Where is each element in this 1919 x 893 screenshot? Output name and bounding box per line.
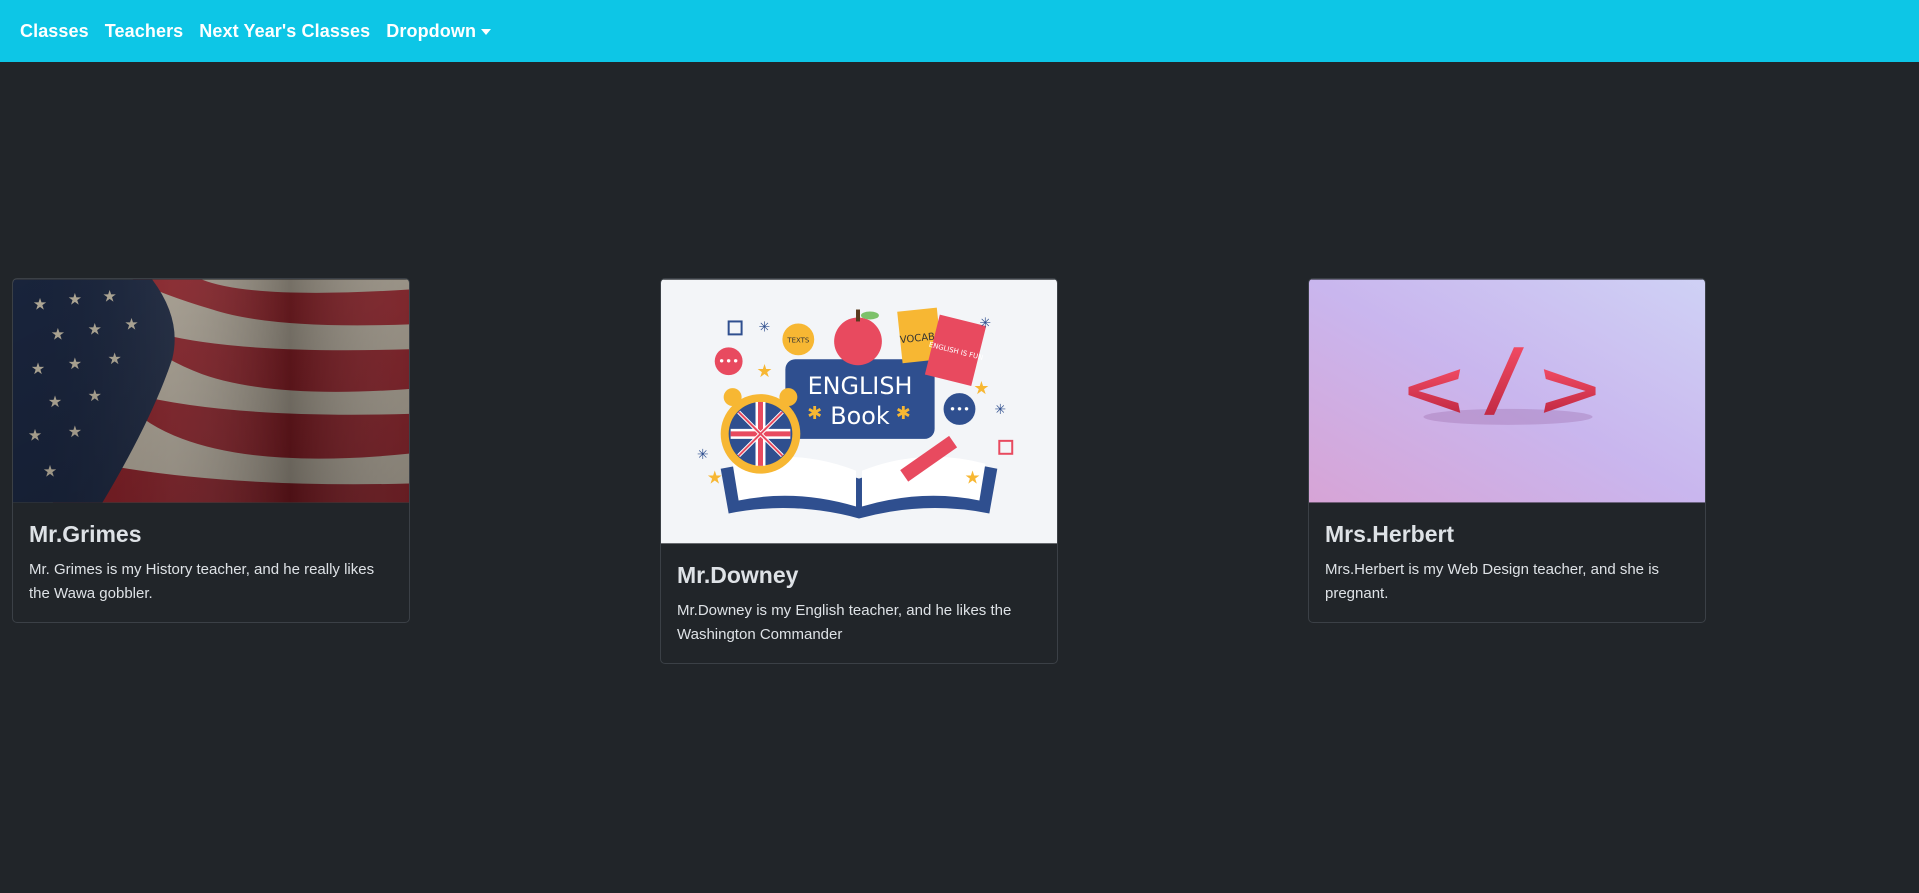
card-title: Mr.Grimes	[29, 521, 142, 547]
svg-text:✳: ✳	[697, 447, 709, 463]
card-text: Mr. Grimes is my History teacher, and he…	[29, 560, 375, 602]
nav-next-years-classes-link[interactable]: Next Year's Classes	[199, 21, 370, 42]
svg-text:★: ★	[964, 468, 980, 489]
teacher-card-herbert: Mrs.Herbert Mrs.Herbert is my Web Design…	[1308, 278, 1706, 623]
top-navbar: Classes Teachers Next Year's Classes Dro…	[0, 0, 1919, 62]
english-label: ENGLISH	[808, 372, 913, 400]
american-flag-image: ★ ★ ★ ★ ★ ★ ★ ★ ★ ★ ★ ★ ★ ★	[13, 279, 409, 503]
nav-teachers-link[interactable]: Teachers	[105, 21, 184, 42]
nav-classes-link[interactable]: Classes	[20, 21, 89, 42]
teacher-card-downey: ENGLISH Book VOCAB ENGLISH IS FUN TEXTS …	[660, 278, 1058, 664]
teacher-card-grimes: ★ ★ ★ ★ ★ ★ ★ ★ ★ ★ ★ ★ ★ ★ Mr.Grimes Mr…	[12, 278, 410, 623]
code-tag-image	[1309, 279, 1705, 503]
card-title: Mrs.Herbert	[1325, 521, 1455, 547]
card-text: Mrs.Herbert is my Web Design teacher, an…	[1325, 560, 1660, 602]
svg-text:✳: ✳	[759, 319, 771, 335]
svg-text:✱: ✱	[896, 403, 911, 424]
svg-text:✳: ✳	[979, 315, 991, 331]
english-book-illustration: ENGLISH Book VOCAB ENGLISH IS FUN TEXTS …	[661, 279, 1057, 544]
svg-text:★: ★	[973, 378, 989, 399]
texts-label: TEXTS	[786, 336, 810, 344]
svg-text:✱: ✱	[807, 403, 822, 424]
svg-text:•••: •••	[949, 402, 970, 416]
book-label: Book	[830, 402, 890, 430]
dropdown-label: Dropdown	[386, 20, 477, 41]
svg-text:•••: •••	[718, 354, 739, 368]
nav-dropdown-toggle[interactable]: Dropdown	[386, 20, 492, 42]
svg-text:✳: ✳	[994, 402, 1006, 418]
svg-text:★: ★	[707, 468, 723, 489]
svg-text:★: ★	[757, 361, 773, 382]
card-text: Mr.Downey is my English teacher, and he …	[677, 601, 1012, 643]
caret-down-icon	[481, 29, 492, 35]
card-title: Mr.Downey	[677, 562, 799, 588]
